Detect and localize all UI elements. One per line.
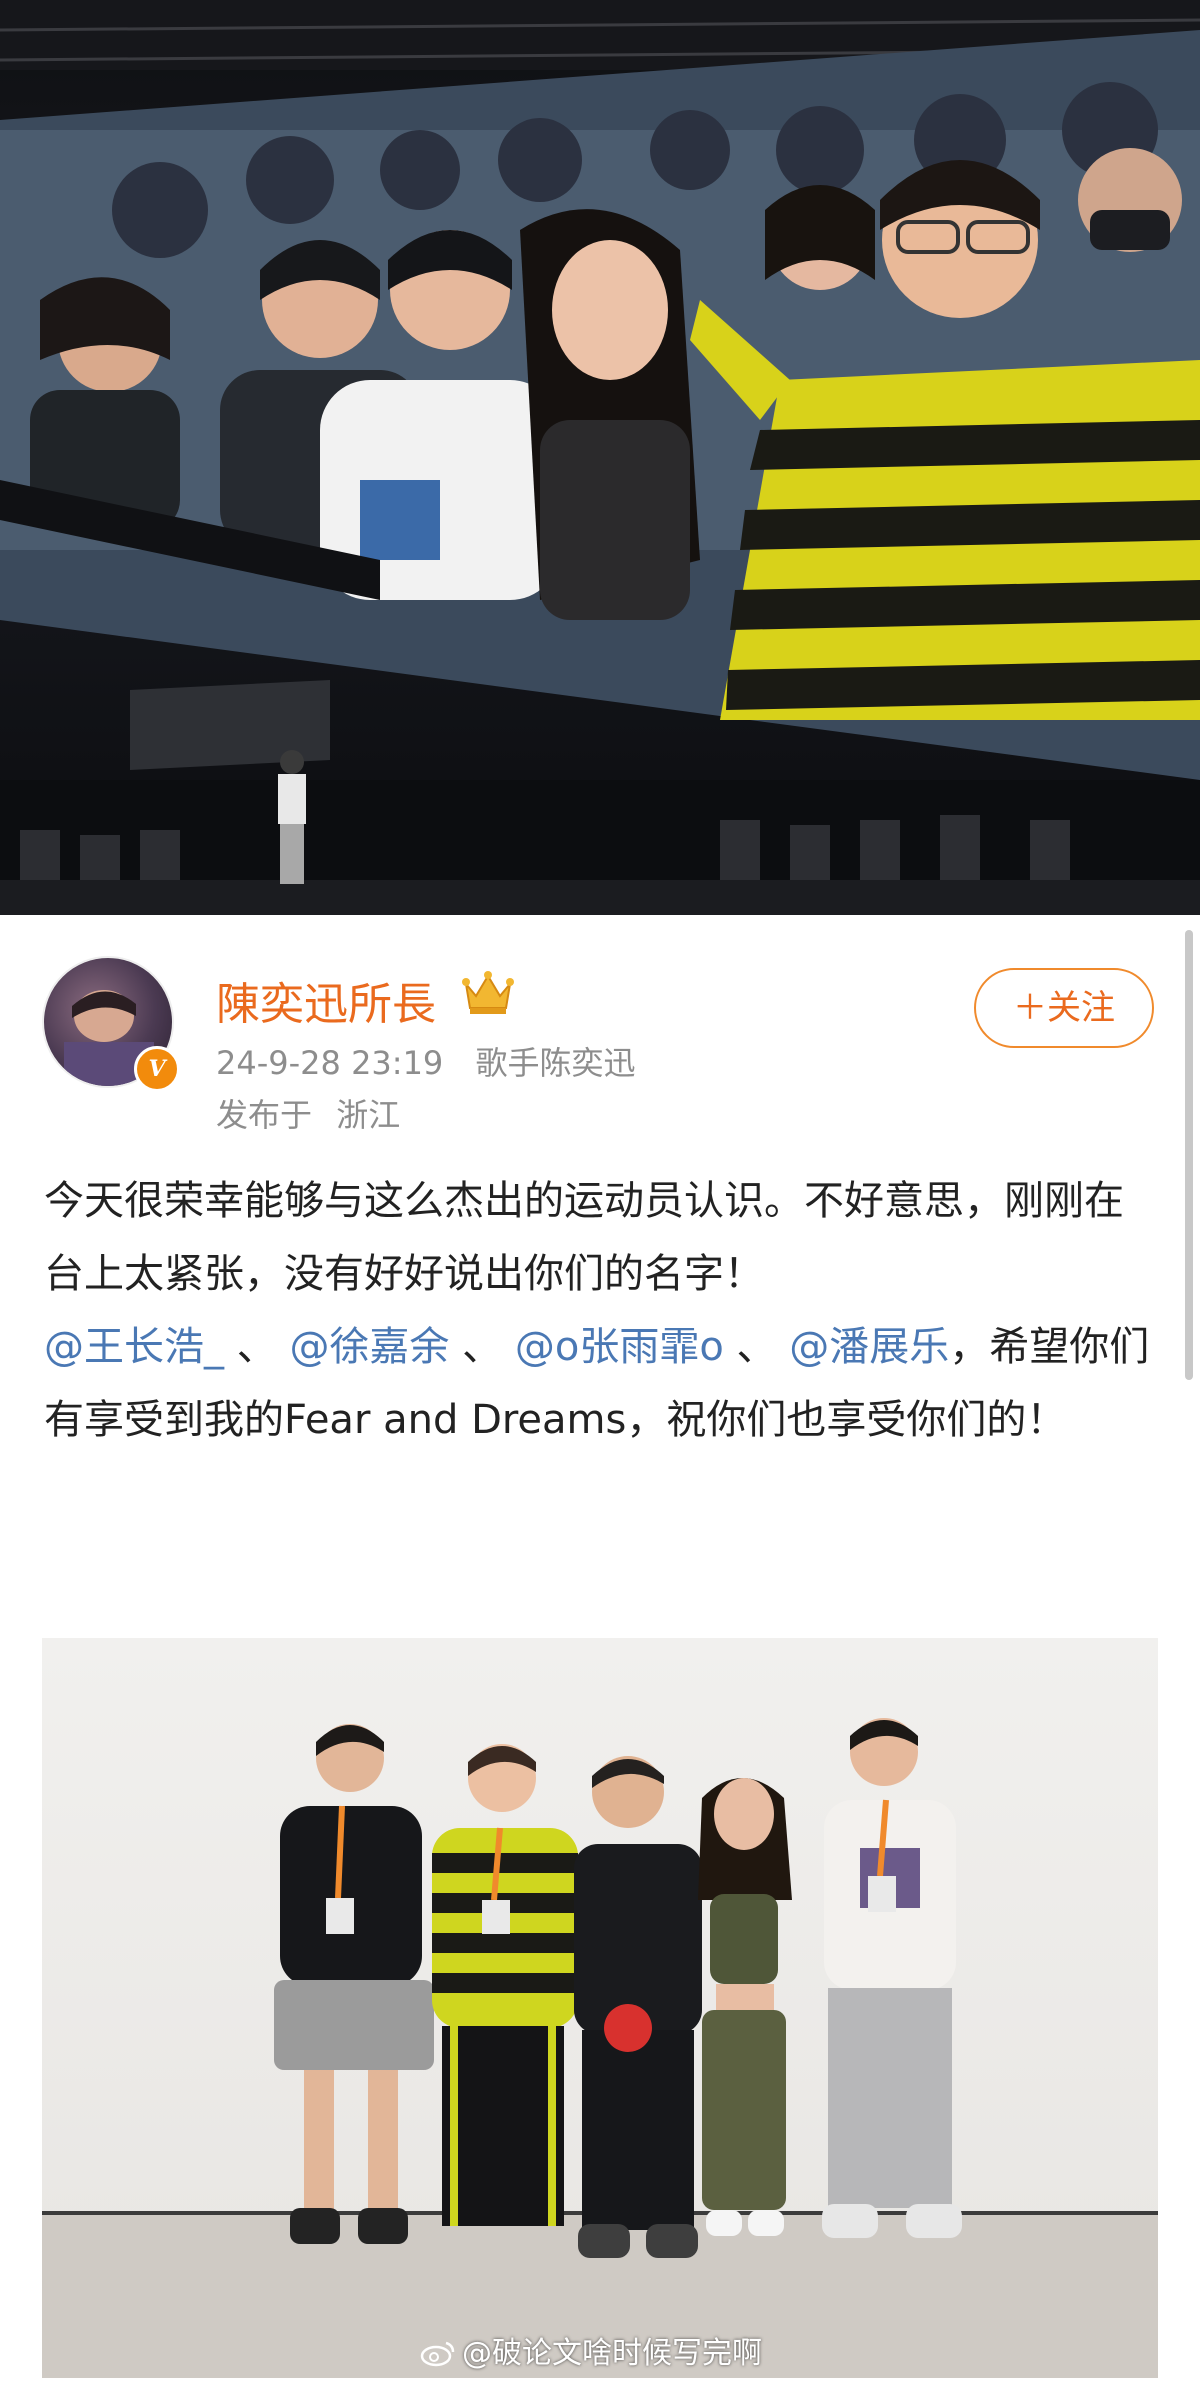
mention-link[interactable]: @徐嘉余 xyxy=(289,1324,449,1370)
watermark: @破论文啥时候写完啊 xyxy=(420,2328,762,2372)
mention-separator: 、 xyxy=(736,1324,777,1370)
mention-separator: 、 xyxy=(236,1324,277,1370)
group-photo-illustration xyxy=(42,1718,1158,2378)
post-location: 发布于 浙江 xyxy=(216,1090,400,1136)
post-meta: 24-9-28 23:19 歌手陈奕迅 xyxy=(216,1038,635,1084)
post-text-line: 今天很荣幸能够与这么杰出的运动员认识。不好意思，刚刚在台上太紧张，没有好好说出你… xyxy=(44,1178,1124,1297)
post-text: 今天很荣幸能够与这么杰出的运动员认识。不好意思，刚刚在台上太紧张，没有好好说出你… xyxy=(44,1165,1159,1457)
concert-photo[interactable] xyxy=(0,0,1200,915)
concert-photo-illustration xyxy=(0,0,1200,915)
mention-link[interactable]: @王长浩_ xyxy=(44,1324,224,1370)
scrollbar[interactable] xyxy=(1185,930,1193,1380)
mention-link[interactable]: @o张雨霏o xyxy=(515,1324,724,1370)
verified-badge: V xyxy=(134,1046,180,1092)
group-photo[interactable] xyxy=(42,1638,1158,2378)
post-source[interactable]: 歌手陈奕迅 xyxy=(475,1044,635,1082)
mention-separator: 、 xyxy=(462,1324,503,1370)
post-timestamp: 24-9-28 23:19 xyxy=(216,1044,444,1082)
location-value: 浙江 xyxy=(336,1096,401,1134)
weibo-icon xyxy=(420,2341,455,2367)
watermark-text: @破论文啥时候写完啊 xyxy=(462,2336,762,2371)
mention-link[interactable]: @潘展乐 xyxy=(789,1324,949,1370)
location-prefix: 发布于 xyxy=(216,1096,313,1134)
follow-button[interactable]: ＋关注 xyxy=(974,968,1154,1048)
post-text-mentions: @王长浩_ 、 @徐嘉余 、 @o张雨霏o 、 @潘展乐，希望你们有享受到我的F… xyxy=(44,1311,1159,1457)
author-name[interactable]: 陳奕迅所長 xyxy=(216,968,436,1032)
crown-icon xyxy=(462,971,514,1014)
